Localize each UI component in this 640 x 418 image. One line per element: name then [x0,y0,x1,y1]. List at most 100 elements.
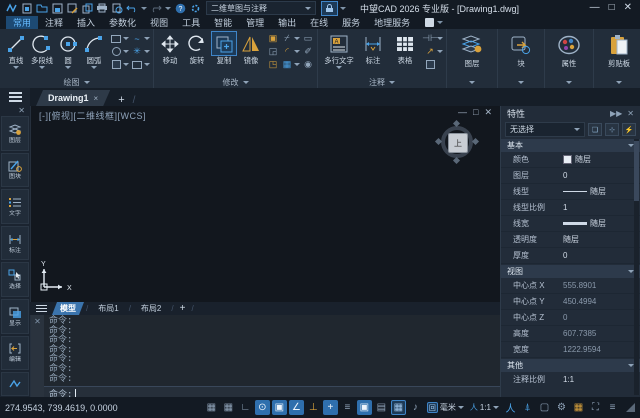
prop-row-center-z[interactable]: 中心点 Z 0 [501,310,640,326]
leader-tool-icon[interactable]: ↗ [424,46,443,57]
palette-blocks-button[interactable]: 图块 [1,153,29,188]
properties-panel-footer[interactable] [545,77,593,88]
palette-select-button[interactable]: 选择 [1,262,29,297]
lock-caret-icon[interactable] [340,7,346,10]
properties-button[interactable]: 属性 [548,31,590,68]
section-basic[interactable]: 基本 [501,139,640,152]
polyline-flyout-caret-icon[interactable] [39,66,45,69]
selection-dropdown[interactable]: 无选择 [505,122,585,137]
copy-file-icon[interactable] [80,2,94,15]
scale-tool-icon[interactable]: ◲ [267,46,279,57]
clean-screen-icon[interactable]: ⛶ [588,400,603,415]
tab-home[interactable]: 常用 [6,16,38,29]
line-tool-button[interactable]: 直线 [3,31,29,69]
modify-panel-footer[interactable]: 修改 [154,77,317,88]
doc-tab-close-icon[interactable]: × [94,94,99,103]
auto-hide-pin-icon[interactable]: ▶▶ [610,109,622,118]
tab-layout1[interactable]: 布局1 [90,302,126,315]
layer-panel-footer[interactable] [447,77,497,88]
array-tool-icon[interactable]: ▦ [281,59,300,70]
workspace-gear-icon[interactable] [188,2,202,15]
explode-tool-icon[interactable]: ◉ [302,59,314,70]
save-as-icon[interactable] [65,2,79,15]
copy-tool-button[interactable]: 复制 [211,31,238,65]
doc-tab-drawing1[interactable]: Drawing1 × [36,90,110,106]
tab-model[interactable]: 模型 [52,302,84,315]
properties-scroll-thumb[interactable] [634,141,639,201]
draw-panel-footer[interactable]: 绘图 [0,77,153,88]
section-view[interactable]: 视图 [501,265,640,278]
eraser-tool-icon[interactable]: ✐ [302,46,314,57]
block-button[interactable]: 块 [501,31,541,68]
quick-dim-tool-icon[interactable]: ⊣⊢ [424,33,443,44]
preview-icon[interactable] [110,2,124,15]
palette-edit-button[interactable]: 编辑 [1,336,29,371]
tab-online[interactable]: 在线 [303,16,335,29]
palette-close-icon[interactable]: ✕ [18,107,25,115]
mirror-tool-button[interactable]: 镜像 [237,31,264,65]
doc-menu-button[interactable] [0,88,30,106]
properties-close-icon[interactable]: ✕ [627,109,634,118]
grid-display-icon[interactable]: ▦ [221,400,236,415]
quick-select-icon[interactable]: ⚡ [622,123,636,136]
dim-style-tool-icon[interactable] [424,59,436,70]
redo-caret-icon[interactable] [165,7,171,10]
prop-row-center-y[interactable]: 中心点 Y 450.4994 [501,294,640,310]
offset-tool-icon[interactable]: ◳ [267,59,279,70]
palette-display-button[interactable]: 显示 [1,299,29,334]
status-menu-icon[interactable]: ≡ [605,400,620,415]
object-track-icon[interactable]: ⊥ [306,400,321,415]
selection-filter-icon[interactable]: ▢ [537,400,552,415]
model-grid-icon[interactable]: ▦ [204,400,219,415]
help-icon[interactable]: ? [173,2,187,15]
spline-tool-icon[interactable]: ~ [131,33,150,44]
circle-tool-button[interactable]: 圆 [55,31,81,69]
annotation-scale-selector[interactable]: 人 1:1 [468,402,501,413]
prop-row-layer[interactable]: 图层 0 [501,168,640,184]
trim-tool-icon[interactable]: ⌿ [281,33,300,44]
region-tool-icon[interactable] [131,59,150,70]
properties-scrollbar[interactable] [634,139,639,395]
line-flyout-caret-icon[interactable] [13,66,19,69]
settings-gear-icon[interactable]: ⚙ [554,400,569,415]
clipboard-button[interactable]: 剪贴板 [597,31,640,68]
add-layout-button[interactable]: + [176,303,190,314]
tab-services[interactable]: 服务 [335,16,367,29]
table-tool-button[interactable]: 表格 [389,31,421,65]
view-compass[interactable]: 上 [438,123,476,161]
dimension-tool-button[interactable]: 标注 [357,31,389,65]
save-icon[interactable] [50,2,64,15]
unit-selector[interactable]: 回 毫米 [425,402,466,413]
donut-tool-icon[interactable] [110,46,129,57]
tab-geo-services[interactable]: 地理服务 [367,16,417,29]
object-snap-icon[interactable]: ▣ [272,400,287,415]
clipboard-panel-footer[interactable] [594,77,640,88]
rotate-tool-button[interactable]: 旋转 [184,31,211,65]
annotate-panel-footer[interactable]: 注释 [318,77,446,88]
hatch-tool-icon[interactable] [110,59,129,70]
layout-menu-button[interactable] [30,303,52,314]
undo-icon[interactable] [125,2,139,15]
tab-annotate[interactable]: 注释 [38,16,70,29]
prop-row-color[interactable]: 颜色 随层 [501,152,640,168]
open-folder-icon[interactable] [35,2,49,15]
polar-tracking-icon[interactable]: ⊙ [255,400,270,415]
arc-flyout-caret-icon[interactable] [91,66,97,69]
isolate-objects-icon[interactable]: ▦ [571,400,586,415]
command-history[interactable]: 命令: 命令: 命令: 命令: 命令: 命令: 命令: [44,315,500,386]
selection-cycling-icon[interactable]: ▦ [391,400,406,415]
prop-row-thickness[interactable]: 厚度 0 [501,248,640,264]
ortho-mode-icon[interactable]: ∟ [238,400,253,415]
viewport-minimize-button[interactable]: — [458,108,467,117]
resize-grip[interactable] [626,403,635,412]
prop-row-linetype[interactable]: 线型 随层 [501,184,640,200]
mtext-tool-button[interactable]: A 多行文字 [321,31,357,69]
viewport-close-button[interactable]: ✕ [484,108,492,117]
rectangle-tool-icon[interactable] [110,33,129,44]
arc-tool-button[interactable]: 圆弧 [81,31,107,69]
redo-icon[interactable] [149,2,163,15]
annotation-autoscale-icon[interactable]: ⍋ [520,400,535,415]
palette-dimension-button[interactable]: 标注 [1,226,29,261]
transparency-toggle-icon[interactable]: ▣ [357,400,372,415]
mtext-flyout-caret-icon[interactable] [336,66,342,69]
